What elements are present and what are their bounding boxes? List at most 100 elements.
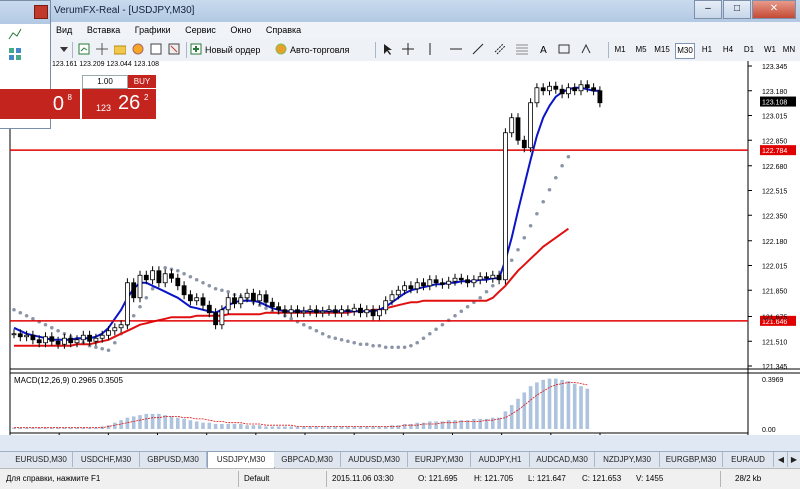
timeframe-m1[interactable]: M1	[611, 43, 629, 57]
tab-gbpusd[interactable]: GBPUSD,M30	[140, 452, 207, 467]
status-bar: Для справки, нажмите F1 Default 2015.11.…	[0, 468, 800, 489]
panel-close-icon[interactable]	[34, 5, 48, 19]
macd-histogram-bar	[585, 388, 590, 429]
sar-dot	[346, 339, 350, 344]
sar-dot	[113, 340, 117, 345]
timeframe-w1[interactable]: W1	[761, 43, 779, 57]
sar-dot	[188, 274, 193, 279]
macd-histogram-bar	[169, 416, 174, 429]
timeframe-m5[interactable]: M5	[632, 43, 650, 57]
sar-dot	[339, 337, 344, 342]
candle-body	[68, 337, 74, 344]
tab-audcad[interactable]: AUDCAD,M30	[530, 452, 595, 467]
price-tick-label: 122.515	[762, 189, 787, 196]
timeframe-d1[interactable]: D1	[740, 43, 758, 57]
candle-body	[421, 282, 426, 287]
dropdown-arrow-icon[interactable]	[58, 43, 70, 55]
candle-body	[332, 309, 338, 314]
timeframe-m30[interactable]: M30	[675, 43, 695, 59]
text-label-icon[interactable]: A	[538, 43, 550, 56]
vertical-line-icon[interactable]	[424, 43, 436, 55]
strategy-tester-icon[interactable]	[168, 43, 180, 55]
auto-trading-button[interactable]: Авто-торговля	[290, 42, 349, 58]
candle-body	[534, 87, 540, 104]
arrows-icon[interactable]	[580, 43, 592, 55]
candle-body	[87, 334, 92, 342]
timeframe-mn[interactable]: MN	[780, 43, 798, 57]
folder-icon[interactable]	[113, 43, 127, 55]
menu-window[interactable]: Окно	[224, 22, 257, 39]
candle-body	[584, 84, 590, 89]
terminal-icon[interactable]	[150, 43, 162, 55]
buy-button[interactable]: 123 26 2	[82, 89, 156, 119]
crosshair-move-icon[interactable]	[96, 43, 108, 55]
trendline-icon[interactable]	[472, 43, 484, 55]
macd-histogram-bar	[182, 418, 186, 429]
menu-charts[interactable]: Графики	[129, 22, 177, 39]
macd-histogram-bar	[226, 423, 230, 429]
tab-usdchf[interactable]: USDCHF,M30	[73, 452, 140, 467]
candle-body	[553, 85, 559, 90]
text-label-icon[interactable]	[558, 43, 570, 55]
horizontal-line-icon[interactable]	[450, 43, 462, 55]
chart-window-icon[interactable]	[78, 43, 90, 55]
tab-nzdjpy[interactable]: NZDJPY,M30	[595, 452, 660, 467]
menu-insert[interactable]: Вставка	[81, 22, 126, 39]
sar-dot	[314, 328, 319, 333]
candle-body	[547, 85, 552, 92]
timeframe-h1[interactable]: H1	[698, 43, 716, 57]
fibonacci-icon[interactable]	[516, 43, 528, 55]
price-tick-label: 121.675	[762, 315, 787, 322]
sar-dot	[94, 345, 98, 350]
status-divider	[326, 471, 327, 487]
buy-label[interactable]: BUY	[128, 75, 156, 88]
status-volume: V: 1455	[636, 474, 664, 483]
sar-dot	[207, 283, 212, 288]
macd-histogram-bar	[144, 413, 149, 429]
tab-eurusd[interactable]: EURUSD,M30	[10, 452, 73, 467]
sar-dot	[320, 331, 325, 336]
menu-help[interactable]: Справка	[260, 22, 307, 39]
candle-body	[509, 117, 515, 134]
indicator-icon[interactable]	[8, 27, 22, 43]
tab-usdjpy[interactable]: USDJPY,M30	[207, 451, 275, 468]
minimize-button[interactable]: –	[694, 0, 722, 19]
sar-dot	[176, 268, 180, 273]
close-button[interactable]: ✕	[752, 0, 796, 19]
sar-dot	[409, 343, 413, 348]
sar-dot	[220, 288, 224, 293]
tab-euraud[interactable]: EURAUD	[723, 452, 774, 467]
window-titlebar[interactable]: VerumFX-Real - [USDJPY,M30] – □ ✕	[0, 0, 800, 23]
tab-eurgbp[interactable]: EURGBP,M30	[660, 452, 723, 467]
candle-body	[213, 312, 219, 326]
candle-body	[358, 307, 363, 314]
one-click-trading: 123.161 123.209 123.044 123.108 1.00 BUY…	[0, 61, 159, 119]
macd-histogram-bar	[560, 379, 564, 429]
panel-header[interactable]	[0, 1, 50, 24]
sell-price-big: 0	[52, 93, 64, 115]
tab-scroll-left[interactable]: ◀	[775, 452, 788, 467]
candle-body	[55, 340, 61, 345]
tab-scroll-right[interactable]: ▶	[788, 452, 800, 467]
tab-gbpcad[interactable]: GBPCAD,M30	[274, 452, 341, 467]
price-tick-label: 121.345	[762, 364, 787, 371]
macd-histogram-bar	[428, 421, 432, 429]
cursor-icon[interactable]	[382, 43, 394, 55]
tab-audjpy[interactable]: AUDJPY,H1	[471, 452, 530, 467]
timeframe-h4[interactable]: H4	[719, 43, 737, 57]
navigator-icon[interactable]	[132, 43, 144, 55]
menu-view[interactable]: Вид	[50, 22, 78, 39]
maximize-button[interactable]: □	[723, 0, 751, 19]
channel-icon[interactable]	[494, 43, 506, 55]
lot-size-input[interactable]: 1.00	[82, 75, 128, 89]
macd-histogram-bar	[509, 405, 514, 429]
menu-tools[interactable]: Сервис	[179, 22, 222, 39]
tab-eurjpy[interactable]: EURJPY,M30	[408, 452, 471, 467]
sell-button[interactable]: 0 8	[0, 89, 80, 119]
macd-histogram-bar	[453, 420, 457, 429]
price-tick-label: 123.015	[762, 114, 787, 121]
tab-audusd[interactable]: AUDUSD,M30	[341, 452, 408, 467]
timeframe-m15[interactable]: M15	[653, 43, 671, 57]
new-order-button[interactable]: Новый ордер	[205, 42, 260, 58]
crosshair-icon[interactable]	[402, 43, 414, 55]
